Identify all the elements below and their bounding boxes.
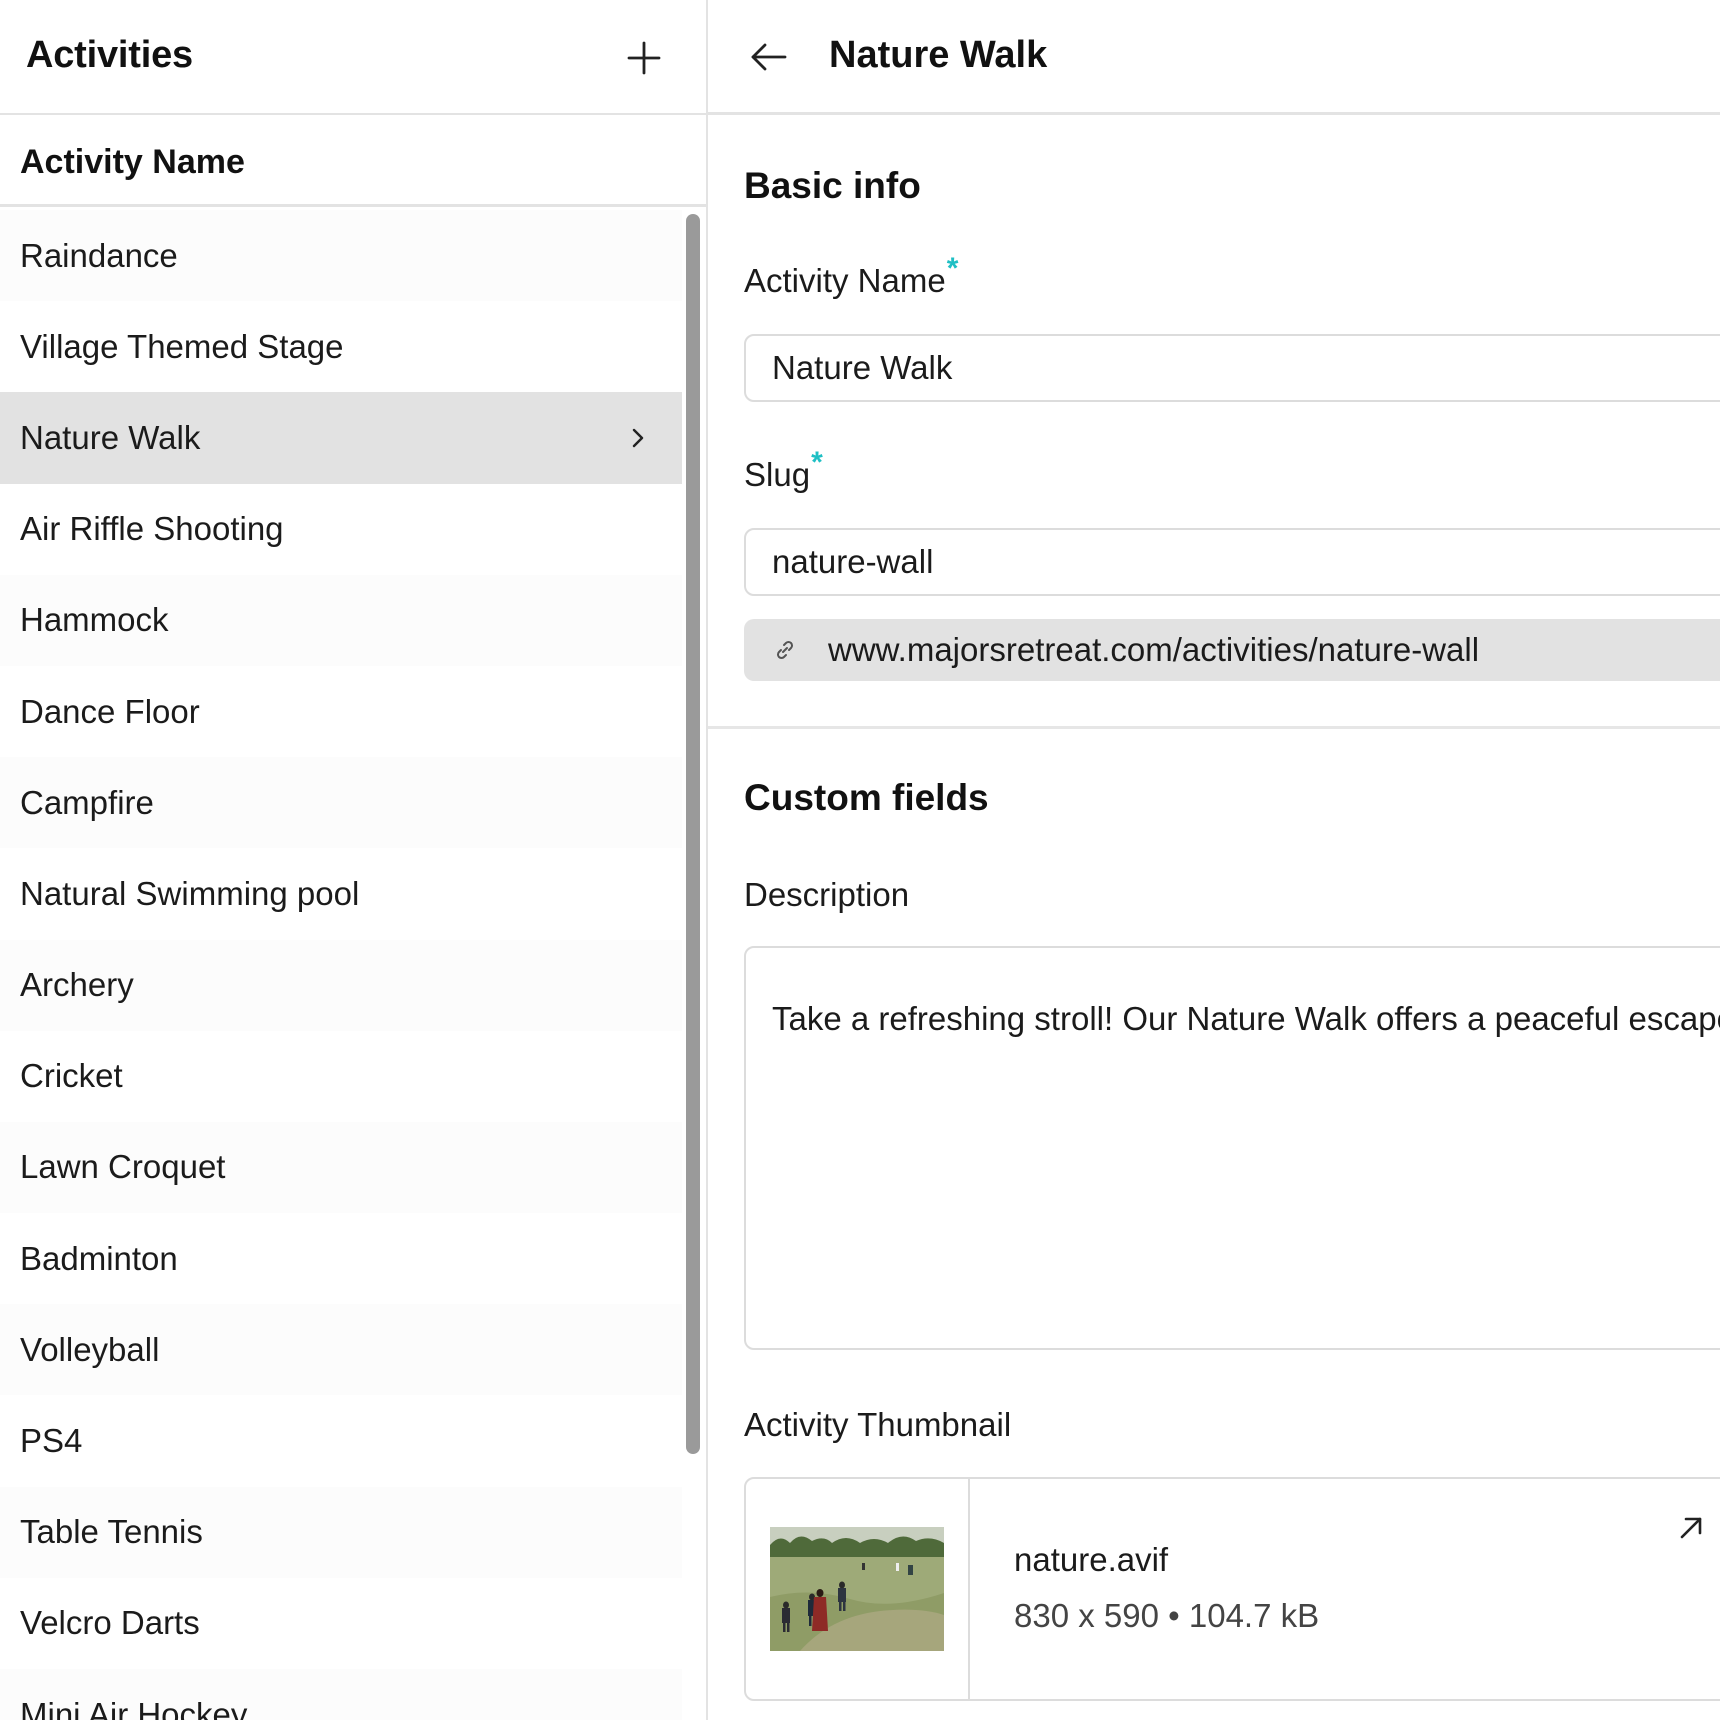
panel-title: Activities — [26, 34, 193, 76]
activity-row-label: PS4 — [20, 1422, 83, 1460]
activity-row[interactable]: Mini Air Hockey — [0, 1669, 682, 1720]
page-title: Nature Walk — [829, 34, 1048, 76]
thumbnail-image[interactable] — [770, 1527, 944, 1651]
activity-row[interactable]: Badminton — [0, 1213, 682, 1304]
activity-row[interactable]: Volleyball — [0, 1304, 682, 1396]
activity-row-label: Nature Walk — [20, 418, 201, 456]
activity-row-label: Village Themed Stage — [20, 327, 344, 365]
column-header-label: Activity Name — [20, 143, 245, 181]
activity-row[interactable]: Hammock — [0, 574, 682, 666]
activity-row[interactable]: Archery — [0, 939, 682, 1031]
url-preview[interactable]: www.majorsretreat.com/activities/nature-… — [744, 619, 1720, 681]
activity-name-label: Activity Name* — [744, 252, 958, 300]
thumbnail-file-meta: 830 x 590 • 104.7 kB — [1014, 1597, 1319, 1635]
activity-row[interactable]: Campfire — [0, 757, 682, 849]
activity-row-label: Volleyball — [20, 1330, 160, 1368]
basic-info-heading: Basic info — [744, 165, 921, 206]
activity-row-label: Air Riffle Shooting — [20, 510, 284, 548]
activity-name-label-text: Activity Name — [744, 262, 946, 299]
arrow-left-icon — [751, 43, 787, 71]
activity-row-label: Velcro Darts — [20, 1604, 200, 1642]
detail-header: Nature Walk — [708, 0, 1720, 115]
activities-header: Activities — [0, 0, 706, 115]
url-slug: nature-wall — [1317, 631, 1480, 668]
activity-row[interactable]: Nature Walk — [0, 392, 682, 484]
activity-row[interactable]: Lawn Croquet — [0, 1121, 682, 1214]
activity-row-label: Natural Swimming pool — [20, 874, 360, 912]
activity-row-label: Archery — [20, 966, 134, 1004]
thumbnail-label: Activity Thumbnail — [744, 1406, 1012, 1443]
column-header[interactable]: Activity Name — [0, 117, 706, 207]
link-icon — [772, 637, 798, 663]
activity-row-label: Hammock — [20, 601, 169, 639]
activity-row[interactable]: PS4 — [0, 1395, 682, 1486]
thumbnail-card[interactable]: nature.avif 830 x 590 • 104.7 kB — [744, 1477, 1720, 1701]
activity-row[interactable]: Velcro Darts — [0, 1578, 682, 1669]
slug-input[interactable]: nature-wall — [744, 528, 1720, 596]
activity-row-label: Badminton — [20, 1239, 178, 1277]
description-value: Take a refreshing stroll! Our Nature Wal… — [772, 1000, 1720, 1037]
activity-row[interactable]: Cricket — [0, 1031, 682, 1122]
activity-row[interactable]: Natural Swimming pool — [0, 848, 682, 939]
activity-row[interactable]: Village Themed Stage — [0, 301, 682, 392]
activity-name-input[interactable]: Nature Walk — [744, 334, 1720, 402]
custom-fields-heading: Custom fields — [744, 777, 989, 818]
plus-icon — [627, 41, 661, 75]
thumbnail-divider — [968, 1479, 970, 1699]
thumbnail-dimensions: 830 x 590 — [1014, 1597, 1159, 1634]
activity-row-label: Campfire — [20, 783, 154, 821]
activities-panel: Activities Activity Name Raindance Villag… — [0, 0, 706, 1720]
meta-separator: • — [1168, 1597, 1180, 1634]
activity-row-label: Raindance — [20, 236, 178, 274]
activity-detail-panel: Nature Walk Basic info Activity Name* Na… — [708, 0, 1720, 1720]
activity-row[interactable]: Air Riffle Shooting — [0, 484, 682, 575]
section-divider — [708, 726, 1720, 729]
list-scrollbar[interactable] — [686, 214, 700, 1454]
activity-row-label: Mini Air Hockey — [20, 1695, 248, 1720]
slug-label-text: Slug — [744, 456, 811, 493]
activity-row-label: Lawn Croquet — [20, 1148, 226, 1186]
thumbnail-file-size: 104.7 kB — [1188, 1597, 1320, 1634]
url-prefix: www.majorsretreat.com/activities/ — [828, 631, 1318, 668]
required-marker: * — [811, 446, 823, 479]
slug-value: nature-wall — [772, 543, 934, 580]
chevron-right-icon — [632, 428, 644, 448]
activity-row-label: Cricket — [20, 1057, 123, 1095]
activity-list: Raindance Village Themed Stage Nature Walk… — [0, 210, 682, 1720]
activity-row-label: Table Tennis — [20, 1513, 203, 1551]
slug-label: Slug* — [744, 446, 823, 494]
add-activity-button[interactable] — [620, 34, 668, 82]
description-label: Description — [744, 876, 910, 913]
activity-row[interactable]: Table Tennis — [0, 1486, 682, 1578]
activity-row[interactable]: Raindance — [0, 210, 682, 302]
thumbnail-file-name: nature.avif — [1014, 1541, 1169, 1578]
arrow-up-right-icon — [1680, 1517, 1702, 1539]
required-marker: * — [946, 252, 959, 285]
description-textarea[interactable]: Take a refreshing stroll! Our Nature Wal… — [744, 946, 1720, 1350]
open-thumbnail-button[interactable] — [1674, 1511, 1708, 1545]
activity-row-label: Dance Floor — [20, 692, 200, 730]
activity-row[interactable]: Dance Floor — [0, 666, 682, 757]
back-button[interactable] — [744, 32, 794, 82]
activity-name-value: Nature Walk — [772, 349, 953, 386]
